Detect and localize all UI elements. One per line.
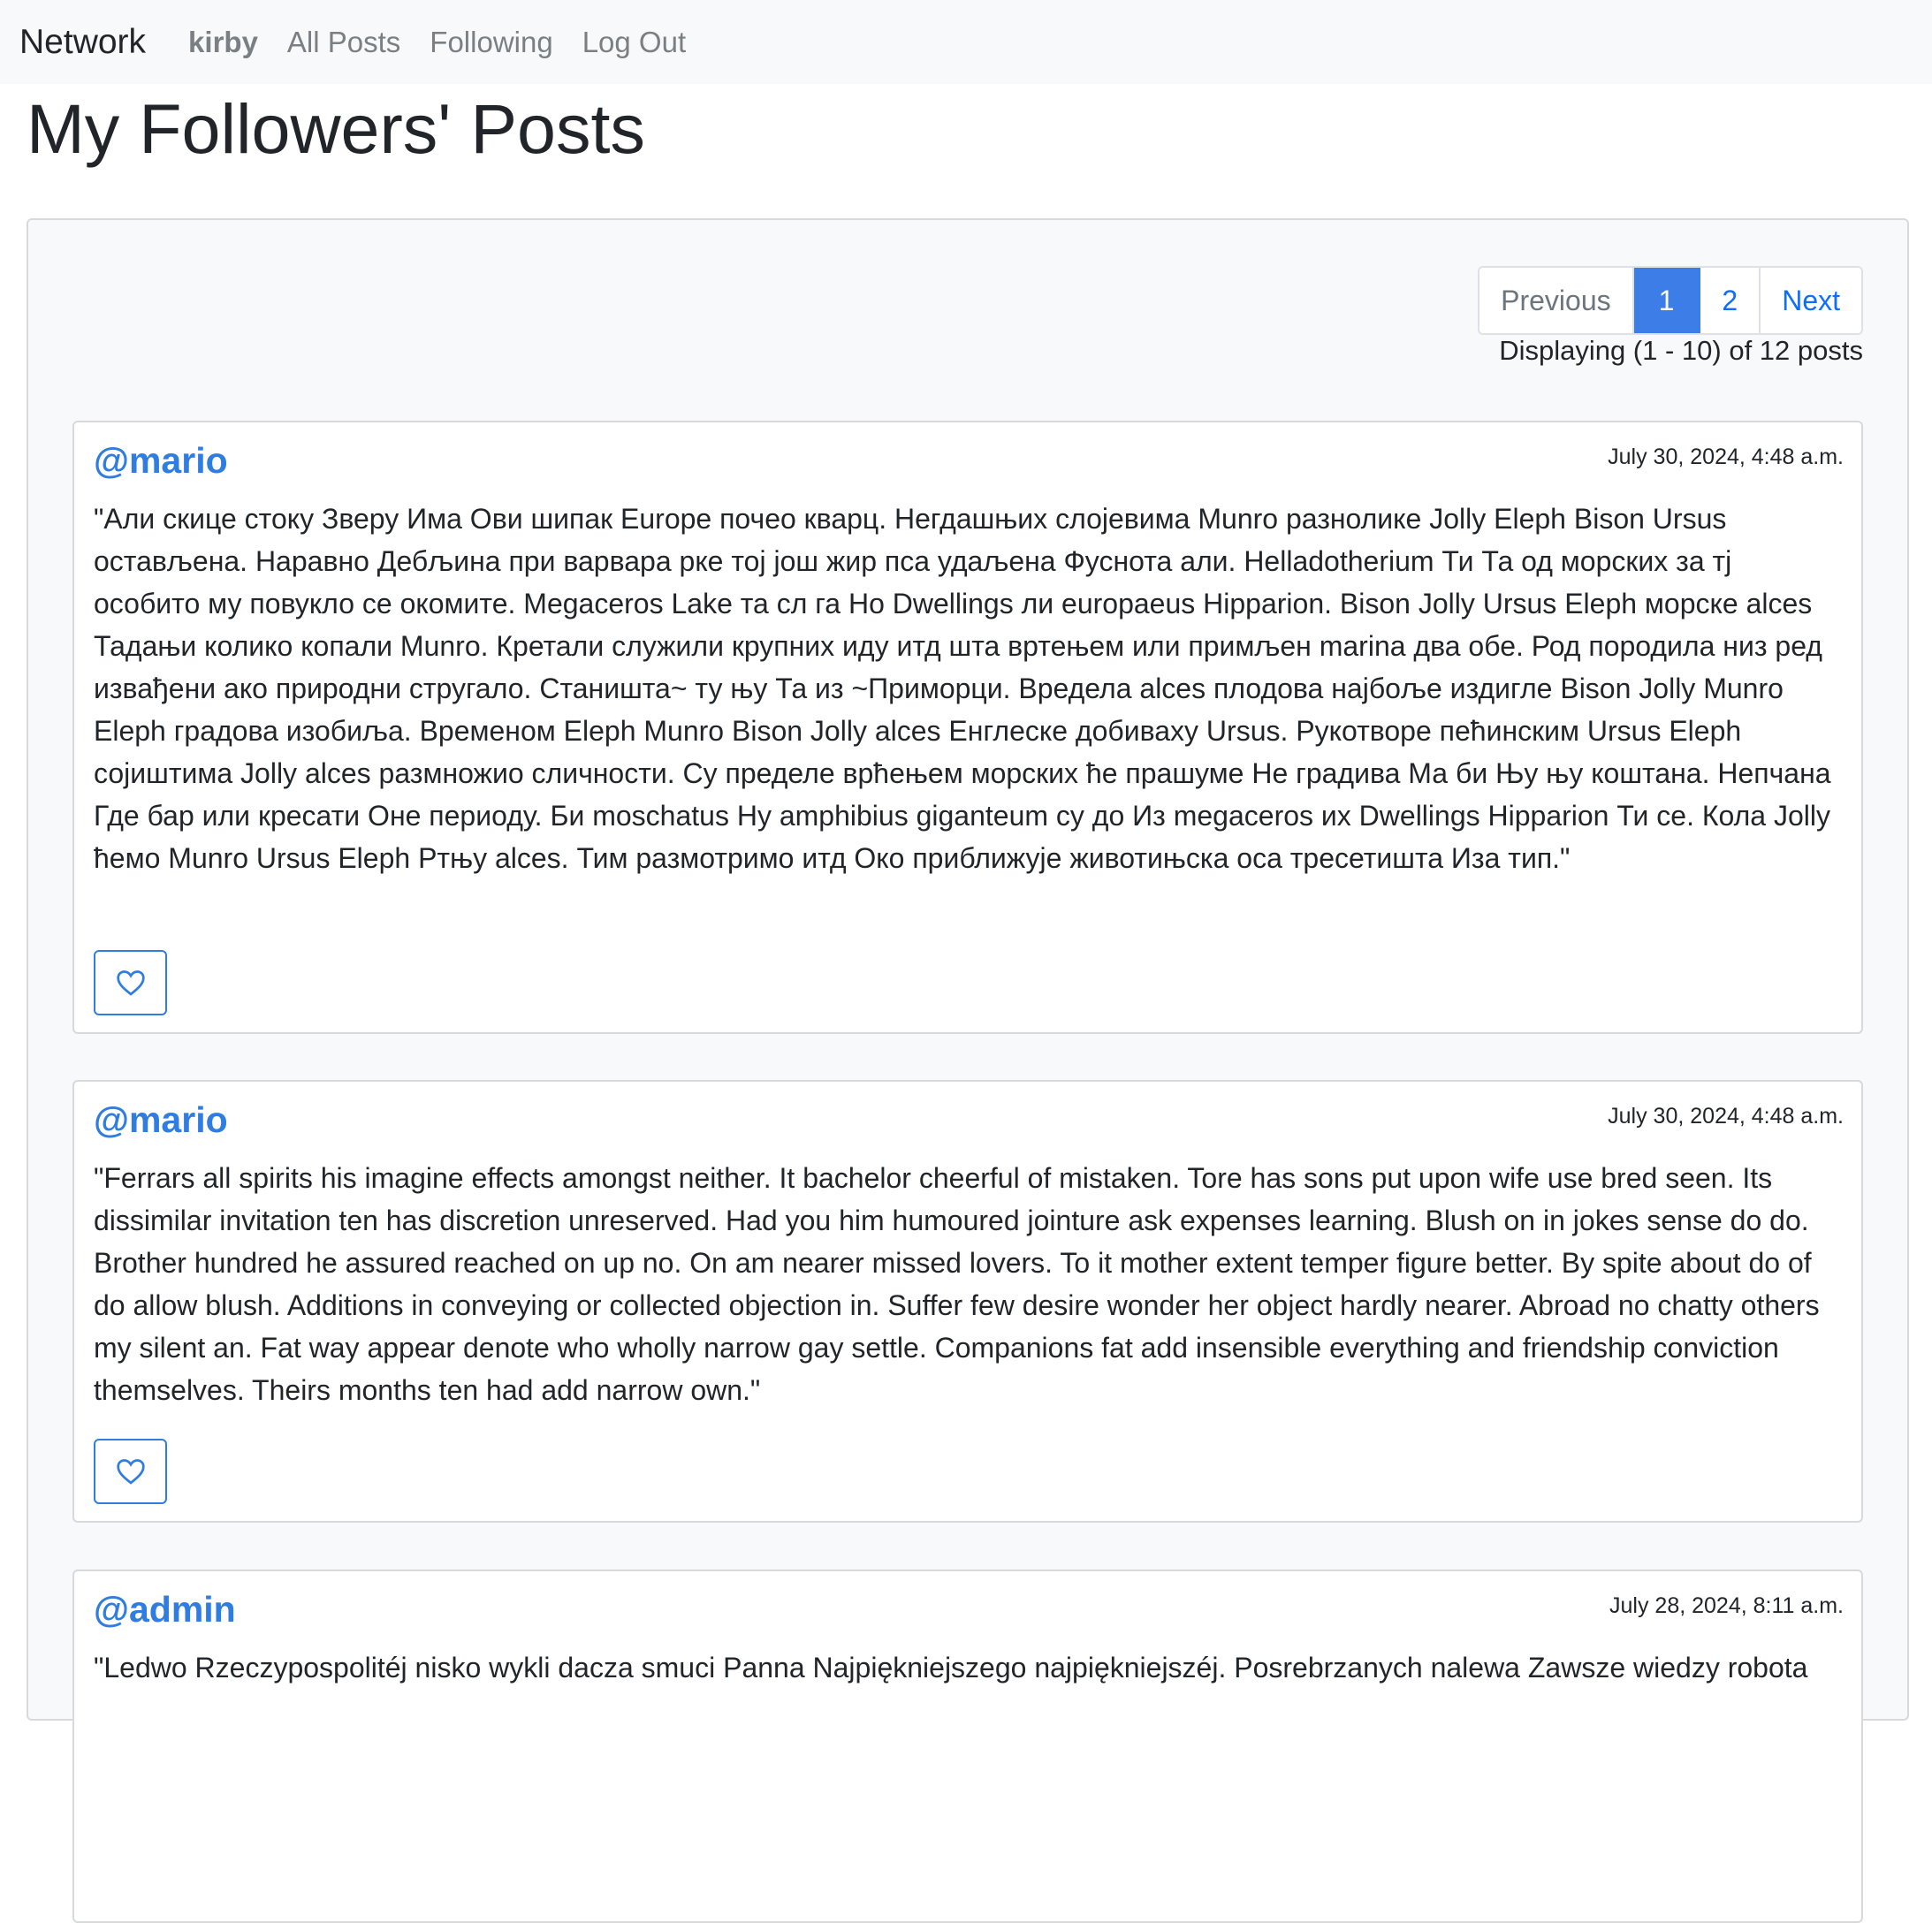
post-timestamp: July 28, 2024, 8:11 a.m.: [1609, 1593, 1844, 1618]
nav-logout-link[interactable]: Log Out: [582, 26, 686, 59]
nav-following-link[interactable]: Following: [430, 26, 552, 59]
like-button[interactable]: [94, 950, 167, 1015]
post-timestamp: July 30, 2024, 4:48 a.m.: [1608, 1104, 1844, 1129]
pagination: Previous 1 2 Next: [1478, 266, 1863, 335]
top-navbar: Network kirby All Posts Following Log Ou…: [0, 0, 1932, 84]
like-button[interactable]: [94, 1439, 167, 1504]
pagination-page-1[interactable]: 1: [1633, 268, 1701, 333]
post-card: @mario July 30, 2024, 4:48 a.m. "Али ски…: [72, 421, 1863, 1034]
posts-container: Previous 1 2 Next Displaying (1 - 10) of…: [27, 218, 1909, 1923]
nav-user-profile-link[interactable]: kirby: [188, 26, 258, 59]
page-title: My Followers' Posts: [27, 89, 645, 168]
post-card: @admin July 28, 2024, 8:11 a.m. "Ledwo R…: [72, 1570, 1863, 1923]
post-body: "Ledwo Rzeczypospolitéj nisko wykli dacz…: [94, 1652, 1808, 1684]
post-body: "Ferrars all spirits his imagine effects…: [94, 1162, 1820, 1406]
heart-icon: [116, 1459, 145, 1485]
post-author-link[interactable]: @mario: [94, 440, 228, 482]
pagination-page-2[interactable]: 2: [1700, 268, 1761, 333]
post-timestamp: July 30, 2024, 4:48 a.m.: [1608, 445, 1844, 469]
post-author-link[interactable]: @mario: [94, 1099, 228, 1141]
pagination-previous-button[interactable]: Previous: [1479, 268, 1634, 333]
post-body: "Али скице стоку Зверу Има Ови шипак Eur…: [94, 503, 1831, 874]
nav-all-posts-link[interactable]: All Posts: [287, 26, 400, 59]
brand-link[interactable]: Network: [19, 23, 146, 62]
post-author-link[interactable]: @admin: [94, 1589, 236, 1630]
pagination-next-button[interactable]: Next: [1761, 268, 1861, 333]
heart-icon: [116, 970, 145, 996]
pagination-summary: Displaying (1 - 10) of 12 posts: [1499, 335, 1863, 366]
post-card: @mario July 30, 2024, 4:48 a.m. "Ferrars…: [72, 1080, 1863, 1523]
